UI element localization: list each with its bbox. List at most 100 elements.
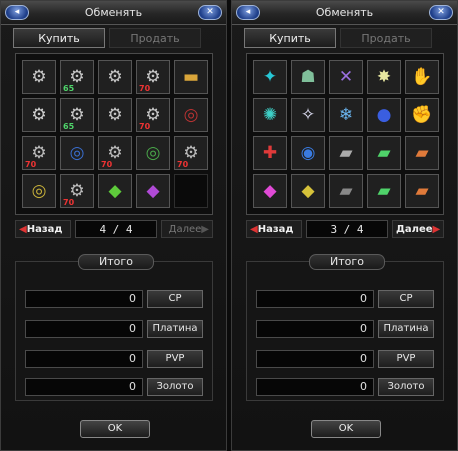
- item-slot[interactable]: ⚙: [98, 98, 132, 132]
- ok-button[interactable]: OK: [311, 420, 381, 438]
- blaster-green-icon: ▰: [377, 142, 391, 163]
- prev-page-button[interactable]: ◀Назад: [246, 220, 302, 238]
- item-slot[interactable]: ◆: [291, 174, 325, 208]
- platinum-value: 0: [25, 320, 143, 338]
- item-slot[interactable]: ▰: [329, 136, 363, 170]
- arrow-right-icon: ▶: [201, 224, 209, 235]
- item-slot[interactable]: ⚙ 65: [60, 98, 94, 132]
- item-grid: ✦ ☗ ✕ ✸ ✋ ✺ ✧ ❄ ● ✊ ✚ ◉ ▰ ▰ ▰ ◆ ◆ ▰ ▰ ▰: [246, 53, 444, 215]
- item-slot[interactable]: ◎: [22, 174, 56, 208]
- robot-mech-icon: ⚙: [107, 104, 123, 125]
- item-level-badge: 70: [63, 198, 75, 207]
- item-slot[interactable]: ◎: [60, 136, 94, 170]
- item-slot[interactable]: ◎: [174, 98, 208, 132]
- pager: ◀Назад 3 / 4 Далее▶: [246, 220, 444, 238]
- battery-icon: ▬: [182, 66, 200, 87]
- item-level-badge: 70: [101, 160, 113, 169]
- item-slot[interactable]: ▰: [367, 174, 401, 208]
- gear-coil-icon: ◎: [183, 104, 199, 125]
- item-slot[interactable]: ⚙: [98, 60, 132, 94]
- item-slot[interactable]: ✺: [253, 98, 287, 132]
- robot-part-icon: ⚙: [107, 142, 123, 163]
- item-level-badge: 70: [139, 84, 151, 93]
- total-row-cp: 0 CP: [256, 290, 436, 308]
- tab-buy[interactable]: Купить: [244, 28, 336, 48]
- item-slot[interactable]: ☗: [291, 60, 325, 94]
- tab-sell[interactable]: Продать: [340, 28, 432, 48]
- item-slot[interactable]: ▰: [367, 136, 401, 170]
- robot-mech-icon: ⚙: [31, 66, 47, 87]
- gold-value: 0: [25, 378, 143, 396]
- item-slot[interactable]: ⚙ 65: [60, 60, 94, 94]
- item-slot[interactable]: ✋: [405, 60, 439, 94]
- item-slot[interactable]: ▬: [174, 60, 208, 94]
- skill-red-cross-icon: ✚: [262, 142, 278, 163]
- skill-blade-purple-icon: ✕: [338, 66, 354, 87]
- robot-pink-gem-icon: ◆: [263, 180, 277, 201]
- titlebar[interactable]: ◂ Обменять ✕: [1, 1, 226, 25]
- ok-button[interactable]: OK: [80, 420, 150, 438]
- item-slot[interactable]: ⚙ 70: [136, 98, 170, 132]
- robot-mech-icon: ⚙: [145, 66, 161, 87]
- item-slot[interactable]: ⚙ 70: [22, 136, 56, 170]
- item-slot[interactable]: ⚙: [22, 98, 56, 132]
- item-level-badge: 70: [139, 122, 151, 131]
- item-slot[interactable]: ◎: [136, 136, 170, 170]
- tab-sell[interactable]: Продать: [109, 28, 201, 48]
- pager: ◀Назад 4 / 4 Далее▶: [15, 220, 213, 238]
- item-slot[interactable]: ✚: [253, 136, 287, 170]
- robot-part-icon: ⚙: [69, 180, 85, 201]
- pvp-label: PVP: [378, 350, 434, 368]
- item-slot[interactable]: ✦: [253, 60, 287, 94]
- item-slot[interactable]: ✊: [405, 98, 439, 132]
- total-row-cp: 0 CP: [25, 290, 205, 308]
- coil-blue-icon: ◎: [69, 142, 85, 163]
- robot-mech-icon: ⚙: [69, 104, 85, 125]
- item-slot[interactable]: ✸: [367, 60, 401, 94]
- total-row-platinum: 0 Платина: [256, 320, 436, 338]
- item-slot[interactable]: ⚙ 70: [60, 174, 94, 208]
- total-row-gold: 0 Золото: [25, 378, 205, 396]
- tab-bar: Купить Продать: [13, 28, 214, 48]
- skill-blue-orb-icon: ●: [376, 104, 392, 125]
- pvp-value: 0: [256, 350, 374, 368]
- item-slot[interactable]: ❄: [329, 98, 363, 132]
- platinum-label: Платина: [378, 320, 434, 338]
- item-slot[interactable]: ●: [367, 98, 401, 132]
- item-slot[interactable]: ⚙ 70: [136, 60, 170, 94]
- pvp-label: PVP: [147, 350, 203, 368]
- close-icon[interactable]: ✕: [198, 5, 222, 20]
- page-indicator: 4 / 4: [75, 220, 157, 238]
- item-slot[interactable]: ▰: [405, 174, 439, 208]
- item-slot[interactable]: ▰: [329, 174, 363, 208]
- tab-buy[interactable]: Купить: [13, 28, 105, 48]
- item-slot[interactable]: ◆: [253, 174, 287, 208]
- item-slot[interactable]: ◆: [98, 174, 132, 208]
- skill-teal-burst-icon: ✺: [262, 104, 278, 125]
- item-slot[interactable]: ⚙: [22, 60, 56, 94]
- blaster-orange-icon: ▰: [415, 180, 429, 201]
- titlebar[interactable]: ◂ Обменять ✕: [232, 1, 457, 25]
- item-slot[interactable]: ✧: [291, 98, 325, 132]
- item-slot[interactable]: [174, 174, 208, 208]
- item-slot[interactable]: ◉: [291, 136, 325, 170]
- exchange-window-left: ◂ Обменять ✕ Купить Продать ⚙ ⚙ 65 ⚙ ⚙ 70 ▬ ⚙ ⚙ 6…: [0, 0, 227, 451]
- cp-label: CP: [147, 290, 203, 308]
- item-slot[interactable]: ▰: [405, 136, 439, 170]
- exchange-window-right: ◂ Обменять ✕ Купить Продать ✦ ☗ ✕ ✸ ✋ ✺ ✧ ❄ ● ✊ ✚ ◉…: [231, 0, 458, 451]
- next-label: Далее: [396, 224, 433, 235]
- robot-mech-icon: ⚙: [107, 66, 123, 87]
- prev-page-button[interactable]: ◀Назад: [15, 220, 71, 238]
- total-row-platinum: 0 Платина: [25, 320, 205, 338]
- item-level-badge: 65: [63, 122, 75, 131]
- item-slot[interactable]: ◆: [136, 174, 170, 208]
- item-slot[interactable]: ⚙ 70: [174, 136, 208, 170]
- close-icon[interactable]: ✕: [429, 5, 453, 20]
- next-page-button[interactable]: Далее▶: [161, 220, 213, 238]
- robot-purple-gem-icon: ◆: [146, 180, 160, 201]
- item-slot[interactable]: ⚙ 70: [98, 136, 132, 170]
- gold-value: 0: [256, 378, 374, 396]
- item-slot[interactable]: ✕: [329, 60, 363, 94]
- next-page-button[interactable]: Далее▶: [392, 220, 444, 238]
- robot-yellow-gem-icon: ◆: [301, 180, 315, 201]
